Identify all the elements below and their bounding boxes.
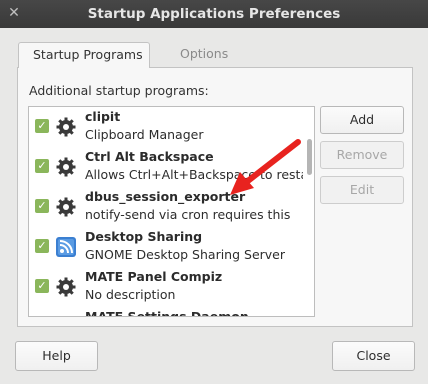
app-name: MATE Settings Daemon <box>85 309 249 317</box>
gear-icon <box>56 157 76 177</box>
app-description: Clipboard Manager <box>85 127 204 142</box>
title-bar: ✕ Startup Applications Preferences <box>0 0 428 28</box>
list-item[interactable]: ✓ clipit Clipboard Manager <box>29 107 305 147</box>
help-button[interactable]: Help <box>15 341 98 371</box>
app-name: MATE Panel Compiz <box>85 269 223 284</box>
enabled-checkbox[interactable]: ✓ <box>35 119 49 133</box>
enabled-checkbox[interactable]: ✓ <box>35 239 49 253</box>
close-button[interactable]: Close <box>332 341 415 371</box>
enabled-checkbox[interactable]: ✓ <box>35 159 49 173</box>
enabled-checkbox[interactable]: ✓ <box>35 279 49 293</box>
gear-icon <box>55 316 77 317</box>
startup-programs-list[interactable]: ✓ clipit Clipboard Manager ✓ Ctrl Alt Ba… <box>28 106 315 317</box>
gear-icon <box>56 277 76 297</box>
app-name: Ctrl Alt Backspace <box>85 149 214 164</box>
remove-button[interactable]: Remove <box>320 141 404 169</box>
edit-button[interactable]: Edit <box>320 176 404 204</box>
list-item[interactable]: ✓ MATE Panel Compiz No description <box>29 267 305 307</box>
window-title: Startup Applications Preferences <box>87 6 341 22</box>
app-name: Desktop Sharing <box>85 229 203 244</box>
enabled-checkbox[interactable]: ✓ <box>35 199 49 213</box>
gear-icon <box>56 117 76 137</box>
gear-icon <box>56 197 76 217</box>
list-item[interactable]: ✓ MATE Settings Daemon <box>29 307 305 317</box>
list-item[interactable]: ✓ Ctrl Alt Backspace Allows Ctrl+Alt+Bac… <box>29 147 305 187</box>
scroll-thumb[interactable] <box>307 139 312 175</box>
app-description: Allows Ctrl+Alt+Backspace to restart... <box>85 167 303 182</box>
app-name: dbus_session_exporter <box>85 189 246 204</box>
list-scrollbar[interactable] <box>307 109 312 314</box>
app-description: notify-send via cron requires this <box>85 207 291 222</box>
list-item[interactable]: ✓ Desktop Sharing GNOME Desktop Sharing … <box>29 227 305 267</box>
desktop-sharing-icon <box>56 237 76 257</box>
tab-startup-programs[interactable]: Startup Programs <box>18 42 150 68</box>
app-description: No description <box>85 287 176 302</box>
app-description: GNOME Desktop Sharing Server <box>85 247 286 262</box>
section-label: Additional startup programs: <box>29 83 209 98</box>
add-button[interactable]: Add <box>320 106 404 134</box>
tab-options[interactable]: Options <box>166 42 242 68</box>
list-item[interactable]: ✓ dbus_session_exporter notify-send via … <box>29 187 305 227</box>
startup-programs-panel: Additional startup programs: ✓ clipit Cl… <box>17 67 413 327</box>
app-name: clipit <box>85 109 121 124</box>
